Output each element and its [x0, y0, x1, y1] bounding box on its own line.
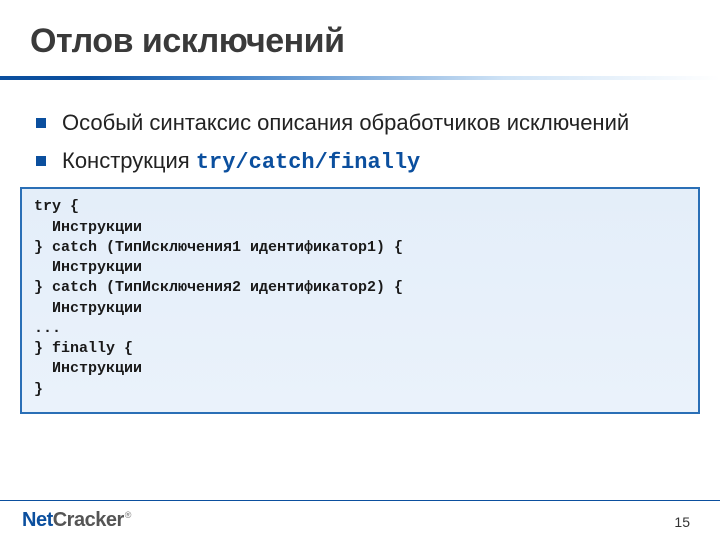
slide-title: Отлов исключений [30, 22, 690, 61]
page-number: 15 [674, 514, 690, 530]
bullet-item: Особый синтаксис описания обработчиков и… [34, 109, 690, 137]
code-block: try { Инструкции } catch (ТипИсключения1… [20, 187, 700, 414]
slide: Отлов исключений Особый синтаксис описан… [0, 0, 720, 540]
logo: NetCracker® [22, 509, 130, 532]
bullet-list: Особый синтаксис описания обработчиков и… [30, 109, 690, 177]
bullet-text: Особый синтаксис описания обработчиков и… [62, 110, 629, 135]
bullet-item: Конструкция try/catch/finally [34, 147, 690, 177]
logo-registered: ® [125, 510, 132, 520]
content-area: Особый синтаксис описания обработчиков и… [30, 109, 690, 414]
logo-part2: Cracker [53, 509, 124, 532]
inline-code: try/catch/finally [196, 150, 420, 175]
title-underline [0, 76, 720, 80]
bullet-prefix: Конструкция [62, 148, 196, 173]
logo-part1: Net [22, 509, 53, 532]
footer: NetCracker® 15 [0, 500, 720, 540]
